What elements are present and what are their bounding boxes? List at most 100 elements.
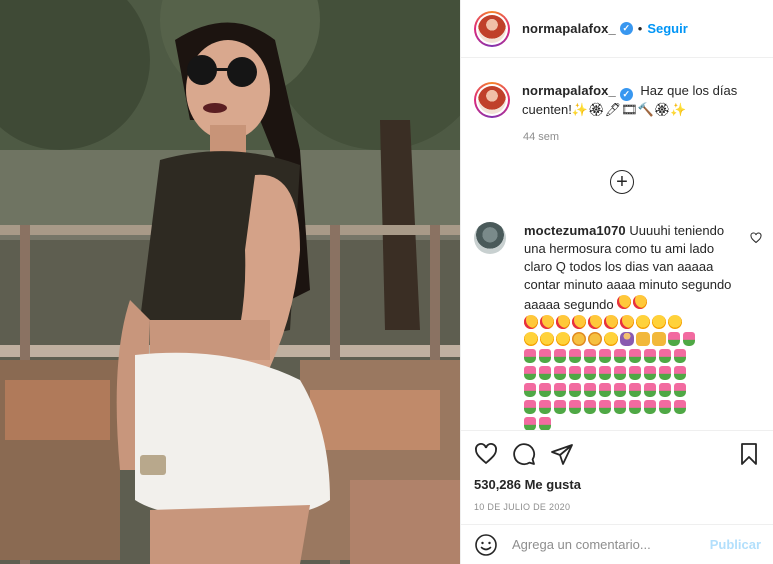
heart-eyes-emoji: [604, 315, 618, 329]
tulip-emoji: [644, 383, 656, 397]
tulip-emoji: [599, 383, 611, 397]
face-emoji: [604, 332, 618, 346]
comment-emoji-grid: [524, 314, 724, 433]
tulip-emoji: [674, 400, 686, 414]
post-date[interactable]: 10 DE JULIO DE 2020: [474, 502, 761, 512]
tulip-emoji: [524, 417, 536, 431]
follow-button[interactable]: Seguir: [647, 21, 687, 36]
tulip-emoji: [659, 400, 671, 414]
tulip-emoji: [599, 400, 611, 414]
like-comment-heart-icon[interactable]: [750, 232, 762, 244]
tulip-emoji: [539, 383, 551, 397]
tulip-emoji: [629, 400, 641, 414]
caption-text: normapalafox_ ✓ Haz que los días cuenten!…: [522, 82, 760, 119]
plus-circle-icon[interactable]: +: [610, 170, 634, 194]
tulip-emoji: [524, 366, 536, 380]
tulip-emoji: [539, 400, 551, 414]
avatar-inner: [476, 84, 508, 116]
separator-dot: •: [637, 21, 643, 36]
publish-button[interactable]: Publicar: [710, 537, 761, 552]
likes-count[interactable]: 530,286 Me gusta: [474, 477, 761, 492]
share-icon[interactable]: [550, 442, 574, 466]
tulip-emoji: [599, 366, 611, 380]
tulip-emoji: [629, 366, 641, 380]
comment-emojis-inline: [617, 295, 649, 312]
tulip-emoji: [539, 349, 551, 363]
tulip-emoji: [599, 349, 611, 363]
comment-input[interactable]: [512, 537, 710, 552]
comment-item: moctezuma1070 Uuuuhi teniendo una hermos…: [474, 222, 766, 433]
caption: normapalafox_ ✓ Haz que los días cuenten!…: [461, 58, 773, 119]
smiley-icon[interactable]: [474, 533, 498, 557]
caption-time[interactable]: 44 sem: [523, 131, 773, 143]
heart-eyes-emoji: [620, 315, 634, 329]
tulip-emoji: [569, 400, 581, 414]
tulip-emoji: [659, 349, 671, 363]
tulip-emoji: [554, 383, 566, 397]
tulip-emoji: [584, 366, 596, 380]
author-username[interactable]: normapalafox_: [522, 21, 616, 36]
hands-emoji: [652, 332, 666, 346]
commenter-username[interactable]: moctezuma1070: [524, 223, 626, 238]
comment-icon[interactable]: [512, 442, 536, 466]
tulip-emoji: [584, 349, 596, 363]
avatar-image: [478, 86, 506, 114]
face-emoji: [524, 332, 538, 346]
post-photo[interactable]: [0, 0, 460, 564]
action-icons: [474, 439, 761, 469]
heart-eyes-emoji: [633, 295, 648, 309]
person-emoji: [620, 332, 634, 346]
tulip-emoji: [584, 400, 596, 414]
action-bar: 530,286 Me gusta 10 DE JULIO DE 2020: [461, 430, 773, 512]
avatar-inner: [476, 12, 508, 45]
post-header: normapalafox_ ✓ • Seguir: [461, 0, 773, 58]
tulip-emoji: [668, 332, 680, 346]
tulip-emoji: [539, 417, 551, 431]
tulip-emoji: [584, 383, 596, 397]
verified-icon: ✓: [619, 88, 633, 101]
tulip-emoji: [524, 400, 536, 414]
bookmark-icon[interactable]: [737, 442, 761, 466]
tulip-emoji: [644, 366, 656, 380]
tulip-emoji: [539, 366, 551, 380]
tulip-emoji: [629, 349, 641, 363]
tulip-emoji: [644, 400, 656, 414]
comment-body: moctezuma1070 Uuuuhi teniendo una hermos…: [524, 222, 739, 433]
face-emoji: [540, 332, 554, 346]
post-panel: normapalafox_ ✓ • Seguir normapalafox_ ✓ …: [460, 0, 773, 564]
heart-eyes-emoji: [617, 295, 632, 309]
tulip-emoji: [524, 383, 536, 397]
tulip-emoji: [674, 349, 686, 363]
author-avatar[interactable]: [474, 10, 510, 47]
tulip-emoji: [554, 349, 566, 363]
caption-username[interactable]: normapalafox_: [522, 83, 616, 98]
heart-eyes-emoji: [588, 315, 602, 329]
heart-eyes-emoji: [540, 315, 554, 329]
comment-composer: Publicar: [461, 524, 773, 564]
post-photo-illustration: [0, 0, 460, 564]
tulip-emoji: [644, 349, 656, 363]
tulip-emoji: [524, 349, 536, 363]
tulip-emoji: [554, 366, 566, 380]
heart-icon[interactable]: [474, 442, 498, 466]
heart-eyes-emoji: [556, 315, 570, 329]
avatar-image: [478, 14, 506, 43]
commenter-avatar[interactable]: [474, 222, 506, 254]
caption-avatar[interactable]: [474, 82, 510, 118]
tulip-emoji: [629, 383, 641, 397]
heart-eyes-emoji: [572, 315, 586, 329]
tulip-emoji: [554, 400, 566, 414]
tulip-emoji: [569, 349, 581, 363]
tulip-emoji: [659, 383, 671, 397]
hands-emoji: [636, 332, 650, 346]
face-emoji: [556, 332, 570, 346]
cat-emoji: [588, 332, 602, 346]
tulip-emoji: [614, 349, 626, 363]
tulip-emoji: [569, 383, 581, 397]
verified-icon: ✓: [619, 22, 633, 35]
tulip-emoji: [683, 332, 695, 346]
tulip-emoji: [614, 400, 626, 414]
heart-eyes-emoji: [524, 315, 538, 329]
face-emoji: [636, 315, 650, 329]
cat-emoji: [572, 332, 586, 346]
